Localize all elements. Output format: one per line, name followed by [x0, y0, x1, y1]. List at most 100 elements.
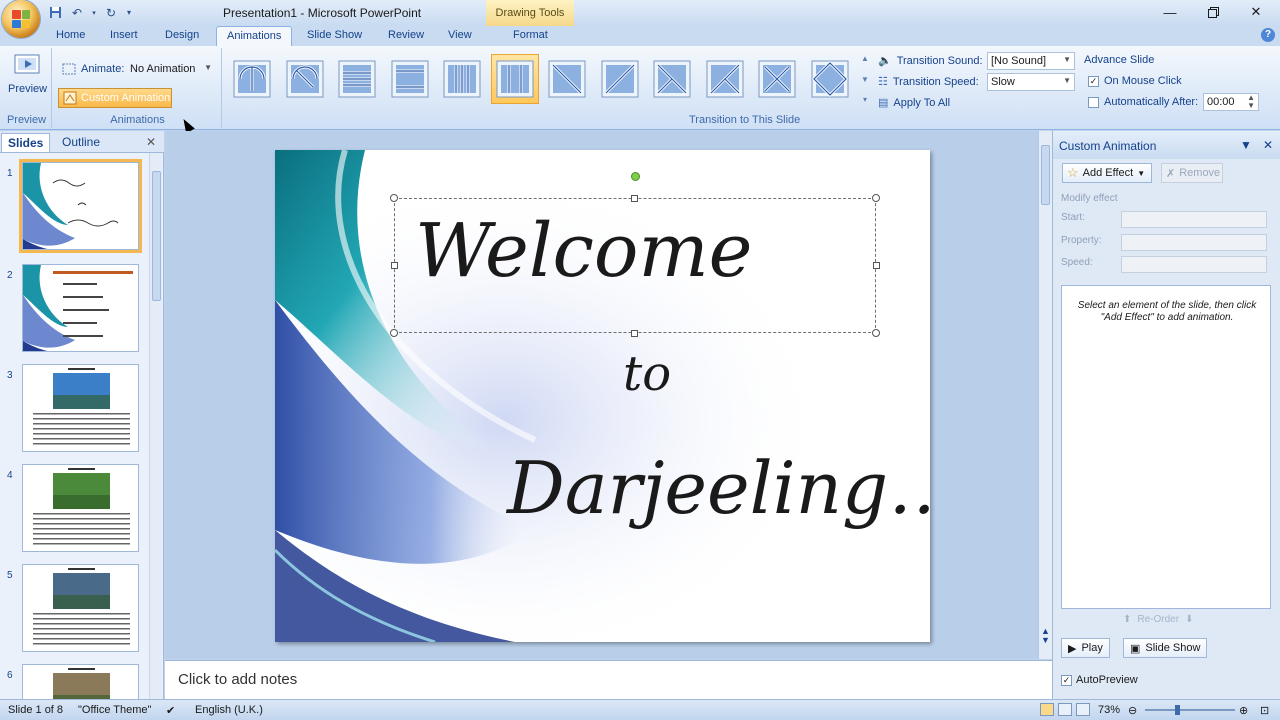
transition-effect-6[interactable] — [490, 54, 539, 104]
customize-qat-icon[interactable]: ▾ — [124, 4, 134, 21]
tab-insert[interactable]: Insert — [110, 29, 138, 41]
start-dropdown[interactable] — [1121, 211, 1267, 228]
normal-view-icon[interactable] — [1040, 703, 1054, 716]
resize-handle[interactable] — [390, 194, 398, 202]
language-indicator[interactable]: English (U.K.) — [195, 704, 263, 716]
zoom-in-icon[interactable]: ⊕ — [1239, 704, 1248, 717]
property-dropdown[interactable] — [1121, 234, 1267, 251]
transition-effect-1[interactable] — [228, 54, 276, 104]
tab-slide-show[interactable]: Slide Show — [307, 29, 362, 41]
tab-animations[interactable]: Animations — [216, 26, 293, 47]
tab-slides[interactable]: Slides — [1, 133, 51, 152]
move-down-icon[interactable]: ⬇ — [1185, 614, 1193, 625]
help-icon[interactable]: ? — [1261, 28, 1275, 42]
transition-effect-3[interactable] — [333, 54, 381, 104]
close-pane-icon[interactable]: ✕ — [146, 135, 156, 149]
move-up-icon[interactable]: ⬆ — [1123, 614, 1131, 625]
slide-thumbnail[interactable] — [22, 364, 139, 452]
speed-label: Speed: — [1061, 257, 1093, 268]
speed-dropdown[interactable] — [1121, 256, 1267, 273]
transition-speed-dropdown[interactable]: Slow ▼ — [987, 73, 1075, 91]
scrollbar-thumb[interactable] — [152, 171, 161, 301]
transition-effect-9[interactable] — [648, 54, 696, 104]
resize-handle[interactable] — [873, 262, 880, 269]
prev-next-slide-icon[interactable]: ▲ ▼ — [1041, 627, 1050, 645]
resize-handle[interactable] — [872, 329, 880, 337]
rotate-handle[interactable] — [631, 172, 640, 181]
add-effect-button[interactable]: ☆ Add Effect ▼ — [1062, 163, 1152, 183]
slide-title-text[interactable]: Welcome — [415, 208, 752, 294]
gallery-up-icon[interactable]: ▲ — [861, 54, 869, 63]
animate-dropdown[interactable]: No Animation ▼ — [126, 60, 216, 78]
automatically-after-option[interactable]: Automatically After: — [1088, 96, 1198, 108]
tab-home[interactable]: Home — [56, 29, 85, 41]
on-mouse-click-option[interactable]: ✓ On Mouse Click — [1088, 75, 1182, 87]
restore-icon[interactable] — [1198, 3, 1228, 21]
close-window-icon[interactable]: ✕ — [1241, 3, 1271, 21]
transition-effect-5[interactable] — [438, 54, 486, 104]
slide-show-view-icon[interactable] — [1076, 703, 1090, 716]
scrollbar-thumb[interactable] — [1041, 145, 1050, 205]
slide-canvas[interactable]: Welcome to Darjeeling… — [275, 150, 930, 642]
animation-list[interactable]: Select an element of the slide, then cli… — [1061, 285, 1271, 609]
autopreview-option[interactable]: ✓ AutoPreview — [1061, 674, 1138, 686]
transition-effect-11[interactable] — [753, 54, 801, 104]
transition-sound-dropdown[interactable]: [No Sound] ▼ — [987, 52, 1075, 70]
zoom-slider-thumb[interactable] — [1175, 705, 1180, 715]
transition-effect-4[interactable] — [386, 54, 434, 104]
slides-scrollbar[interactable] — [149, 153, 162, 699]
resize-handle[interactable] — [391, 262, 398, 269]
tab-format[interactable]: Format — [513, 29, 548, 41]
automatically-after-checkbox[interactable] — [1088, 96, 1099, 108]
spelling-check-icon[interactable]: ✔ — [166, 704, 175, 717]
slide-editing-area: Welcome to Darjeeling… — [165, 131, 1038, 659]
apply-to-all-button[interactable]: ▤ Apply To All — [878, 96, 950, 110]
preview-button[interactable]: Preview — [8, 52, 47, 95]
undo-icon[interactable]: ↶ — [68, 4, 86, 21]
transition-effect-2[interactable] — [281, 54, 329, 104]
transition-effect-7[interactable] — [543, 54, 591, 104]
notes-pane[interactable]: Click to add notes — [165, 660, 1052, 699]
task-pane-menu-icon[interactable]: ▼ — [1240, 138, 1252, 152]
zoom-level[interactable]: 73% — [1098, 704, 1120, 716]
custom-animation-button[interactable]: Custom Animation — [58, 88, 172, 108]
transition-effect-8[interactable] — [596, 54, 644, 104]
undo-dropdown-icon[interactable]: ▾ — [90, 4, 98, 21]
tab-view[interactable]: View — [448, 29, 472, 41]
autopreview-checkbox[interactable]: ✓ — [1061, 674, 1072, 686]
zoom-slider[interactable] — [1145, 705, 1235, 715]
tab-outline[interactable]: Outline — [62, 135, 100, 149]
transition-effect-10[interactable] — [701, 54, 749, 104]
transition-effect-12[interactable] — [806, 54, 854, 104]
play-button[interactable]: ▶ Play — [1061, 638, 1110, 658]
tab-review[interactable]: Review — [388, 29, 424, 41]
notes-placeholder[interactable]: Click to add notes — [178, 671, 297, 688]
slide-number: 3 — [7, 370, 13, 381]
fit-to-window-icon[interactable]: ⊡ — [1260, 704, 1269, 717]
tab-design[interactable]: Design — [165, 29, 199, 41]
slide-subtitle-to[interactable]: to — [623, 346, 671, 402]
save-icon[interactable] — [46, 4, 64, 21]
gallery-more-icon[interactable]: ▾ — [863, 95, 867, 104]
slide-thumbnail[interactable] — [22, 162, 139, 250]
redo-icon[interactable]: ↻ — [102, 4, 120, 21]
zoom-out-icon[interactable]: ⊖ — [1128, 704, 1137, 717]
slide-show-button[interactable]: ▣ Slide Show — [1123, 638, 1208, 658]
slide-subtitle-darjeeling[interactable]: Darjeeling… — [507, 446, 930, 530]
close-task-pane-icon[interactable]: ✕ — [1263, 138, 1273, 152]
remove-effect-button[interactable]: ✗ Remove — [1161, 163, 1223, 183]
slide-thumbnail[interactable] — [22, 264, 139, 352]
resize-handle[interactable] — [631, 330, 638, 337]
resize-handle[interactable] — [631, 195, 638, 202]
resize-handle[interactable] — [390, 329, 398, 337]
office-button[interactable] — [2, 0, 40, 38]
gallery-down-icon[interactable]: ▼ — [861, 75, 869, 84]
slide-sorter-view-icon[interactable] — [1058, 703, 1072, 716]
resize-handle[interactable] — [872, 194, 880, 202]
slide-scrollbar[interactable]: ▲ ▼ — [1038, 131, 1052, 659]
on-mouse-click-checkbox[interactable]: ✓ — [1088, 75, 1099, 87]
slide-thumbnail[interactable] — [22, 464, 139, 552]
minimize-icon[interactable]: — — [1155, 3, 1185, 21]
automatically-after-spinner[interactable]: 00:00 ▲ ▼ — [1203, 93, 1259, 111]
slide-thumbnail[interactable] — [22, 564, 139, 652]
